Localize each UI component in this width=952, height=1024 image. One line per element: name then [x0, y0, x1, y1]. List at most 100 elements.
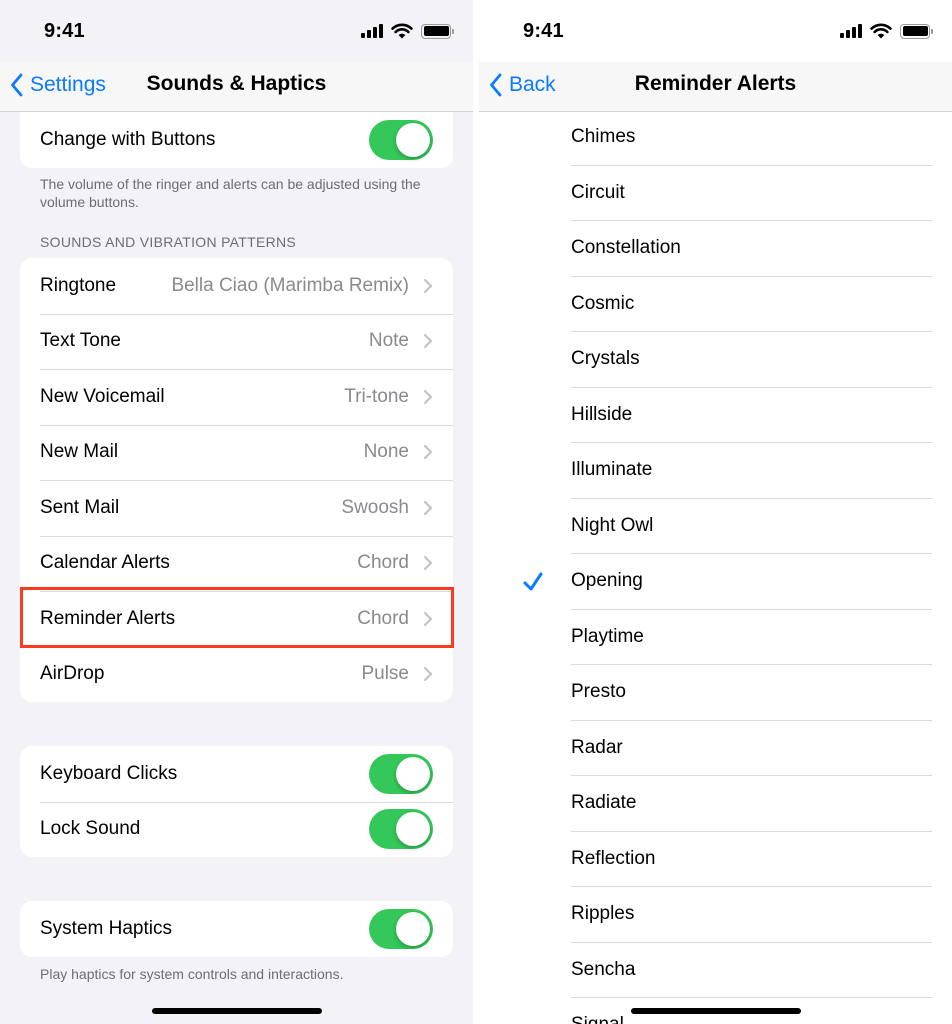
tone-row[interactable]: Opening: [571, 554, 932, 610]
sound-row-reminder-alerts[interactable]: Reminder Alerts Chord: [20, 591, 453, 647]
row-value: None: [363, 441, 409, 463]
row-value: Swoosh: [341, 496, 409, 518]
lock-sound-label: Lock Sound: [40, 818, 141, 840]
row-value: Bella Ciao (Marimba Remix): [171, 274, 409, 296]
tone-label: Radar: [571, 736, 623, 758]
tone-label: Hillside: [571, 403, 633, 425]
tone-label: Playtime: [571, 625, 644, 647]
signal-icon: [840, 24, 862, 38]
lock-sound-toggle[interactable]: [369, 809, 433, 850]
tone-label: Circuit: [571, 181, 625, 203]
tone-row[interactable]: Radiate: [571, 776, 932, 832]
page-title: Reminder Alerts: [634, 72, 797, 95]
tone-label: Sencha: [571, 958, 636, 980]
row-value: Chord: [357, 552, 409, 574]
tone-label: Ripples: [571, 903, 635, 925]
sound-row-sent-mail[interactable]: Sent Mail Swoosh: [20, 480, 453, 536]
tone-row[interactable]: Reflection: [571, 832, 932, 887]
signal-icon: [361, 24, 383, 38]
wifi-icon: [391, 23, 413, 39]
chevron-right-icon: [423, 500, 433, 516]
section-header: SOUNDS AND VIBRATION PATTERNS: [40, 234, 297, 250]
tone-row[interactable]: Constellation: [571, 221, 932, 277]
sound-row-airdrop[interactable]: AirDrop Pulse: [20, 646, 453, 703]
tone-label: Cosmic: [571, 292, 635, 314]
row-value: Chord: [357, 607, 409, 629]
sounds-group: Ringtone Bella Ciao (Marimba Remix) Text…: [20, 258, 453, 702]
tone-row[interactable]: Night Owl: [571, 499, 932, 554]
row-label: New Voicemail: [40, 385, 165, 407]
tone-row[interactable]: Cosmic: [571, 277, 932, 332]
tone-label: Illuminate: [571, 459, 653, 481]
change-with-buttons-row: Change with Buttons: [20, 112, 453, 168]
tone-row[interactable]: Illuminate: [571, 443, 932, 499]
tone-row[interactable]: Crystals: [571, 332, 932, 388]
keyboard-clicks-row: Keyboard Clicks: [20, 746, 453, 802]
tone-row[interactable]: Presto: [571, 665, 932, 721]
tone-label: Crystals: [571, 348, 640, 370]
keyboard-clicks-toggle[interactable]: [369, 753, 433, 794]
chevron-right-icon: [423, 389, 433, 405]
status-icons: [361, 22, 454, 40]
sound-row-new-voicemail[interactable]: New Voicemail Tri-tone: [20, 369, 453, 425]
change-with-buttons-toggle[interactable]: [369, 119, 433, 160]
tone-row[interactable]: Radar: [571, 721, 932, 776]
tone-label: Presto: [571, 681, 626, 703]
chevron-right-icon: [423, 611, 433, 627]
home-indicator[interactable]: [151, 1008, 322, 1014]
sound-row-new-mail[interactable]: New Mail None: [20, 424, 453, 481]
haptics-footnote: Play haptics for system controls and int…: [40, 966, 344, 982]
status-bar: 9:41: [479, 0, 952, 62]
tone-label: Radiate: [571, 792, 637, 814]
tone-label: Opening: [571, 570, 643, 592]
row-label: Sent Mail: [40, 496, 120, 518]
tone-row[interactable]: Chimes: [571, 110, 932, 166]
sound-row-ringtone[interactable]: Ringtone Bella Ciao (Marimba Remix): [20, 258, 453, 314]
chevron-right-icon: [423, 666, 433, 682]
chevron-right-icon: [423, 555, 433, 571]
tone-row[interactable]: Circuit: [571, 166, 932, 221]
tone-label: Chimes: [571, 126, 636, 148]
keyboard-clicks-label: Keyboard Clicks: [40, 762, 178, 784]
tone-row[interactable]: Playtime: [571, 610, 932, 665]
sound-row-calendar-alerts[interactable]: Calendar Alerts Chord: [20, 535, 453, 592]
row-label: AirDrop: [40, 663, 105, 685]
battery-icon: [421, 23, 454, 39]
status-icons: [840, 22, 933, 40]
status-bar: 9:41: [0, 0, 473, 62]
chevron-right-icon: [423, 278, 433, 294]
system-haptics-row: System Haptics: [20, 901, 453, 957]
tone-label: Reflection: [571, 847, 656, 869]
row-value: Pulse: [361, 663, 409, 685]
sound-row-text-tone[interactable]: Text Tone Note: [20, 313, 453, 370]
change-with-buttons-label: Change with Buttons: [40, 128, 216, 150]
system-haptics-group: System Haptics: [20, 901, 453, 957]
lock-sound-row: Lock Sound: [20, 801, 453, 858]
row-label: Reminder Alerts: [40, 607, 176, 629]
home-indicator[interactable]: [630, 1008, 801, 1014]
tone-label: Signal: [571, 1014, 624, 1024]
row-value: Note: [368, 330, 409, 352]
chevron-right-icon: [423, 444, 433, 460]
system-haptics-label: System Haptics: [40, 917, 172, 939]
status-time: 9:41: [523, 20, 564, 42]
tone-row[interactable]: Ripples: [571, 887, 932, 943]
volume-footnote: The volume of the ringer and alerts can …: [40, 176, 421, 210]
wifi-icon: [870, 23, 892, 39]
checkmark-icon: [523, 572, 543, 591]
reminder-alerts-screen: 9:41 Back Reminder Alerts Chimes Circuit C…: [479, 0, 952, 1024]
row-value: Tri-tone: [344, 385, 409, 407]
battery-icon: [900, 23, 933, 39]
navigation-bar: Settings Sounds & Haptics: [0, 62, 473, 112]
tone-row[interactable]: Sencha: [571, 943, 932, 998]
row-label: Calendar Alerts: [40, 552, 170, 574]
tone-row[interactable]: Hillside: [571, 388, 932, 443]
page-title: Sounds & Haptics: [146, 72, 327, 95]
status-time: 9:41: [44, 20, 85, 42]
tone-label: Night Owl: [571, 514, 654, 536]
tone-label: Constellation: [571, 237, 681, 259]
system-haptics-toggle[interactable]: [369, 908, 433, 949]
change-with-buttons-group: Change with Buttons: [20, 112, 453, 168]
chevron-right-icon: [423, 333, 433, 349]
navigation-bar: Back Reminder Alerts: [479, 62, 952, 112]
